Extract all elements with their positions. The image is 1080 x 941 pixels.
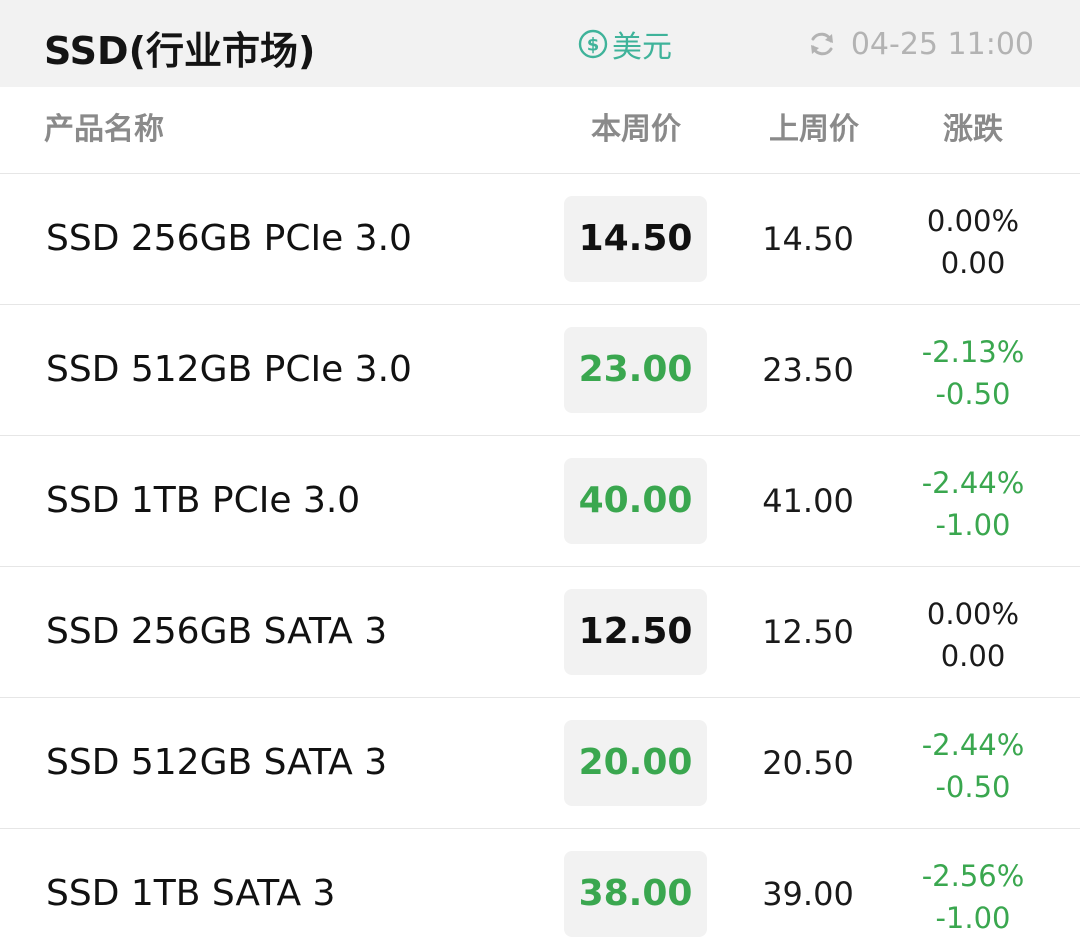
change-percent: 0.00% — [926, 204, 1020, 238]
current-price: 20.00 — [564, 720, 707, 806]
change-percent: -2.44% — [921, 728, 1025, 762]
current-price: 14.50 — [564, 196, 707, 282]
table-row[interactable]: SSD 1TB PCIe 3.0 40.00 41.00 -2.44% -1.0… — [0, 436, 1080, 567]
price-table: SSD 256GB PCIe 3.0 14.50 14.50 0.00% 0.0… — [0, 174, 1080, 941]
column-header-previous[interactable]: 上周价 — [740, 87, 888, 173]
product-name: SSD 1TB PCIe 3.0 — [46, 480, 361, 521]
column-header-name[interactable]: 产品名称 — [44, 87, 164, 173]
top-bar: SSD(行业市场) $ 美元 04-25 11:00 — [0, 0, 1080, 87]
column-header-current[interactable]: 本周价 — [564, 87, 708, 173]
table-row[interactable]: SSD 512GB SATA 3 20.00 20.50 -2.44% -0.5… — [0, 698, 1080, 829]
price-page: SSD(行业市场) $ 美元 04-25 11:00 产品名称 本周价 上周价 … — [0, 0, 1080, 941]
product-name: SSD 512GB PCIe 3.0 — [46, 349, 412, 390]
table-row[interactable]: SSD 512GB PCIe 3.0 23.00 23.50 -2.13% -0… — [0, 305, 1080, 436]
price-change: -2.56% -1.00 — [900, 855, 1046, 939]
change-amount: -0.50 — [935, 770, 1011, 804]
change-amount: -1.00 — [935, 901, 1011, 935]
table-header: 产品名称 本周价 上周价 涨跌 — [0, 87, 1080, 174]
current-price: 23.00 — [564, 327, 707, 413]
current-price: 38.00 — [564, 851, 707, 937]
page-title: SSD(行业市场) — [44, 29, 316, 73]
change-percent: -2.13% — [921, 335, 1025, 369]
previous-price: 14.50 — [762, 220, 854, 258]
change-percent: -2.56% — [921, 859, 1025, 893]
price-change: -2.13% -0.50 — [900, 331, 1046, 415]
current-price: 12.50 — [564, 589, 707, 675]
updated-time: 04-25 11:00 — [850, 26, 1034, 62]
previous-price: 41.00 — [762, 482, 854, 520]
table-row[interactable]: SSD 256GB PCIe 3.0 14.50 14.50 0.00% 0.0… — [0, 174, 1080, 305]
change-amount: -1.00 — [935, 508, 1011, 542]
change-percent: 0.00% — [926, 597, 1020, 631]
currency-toggle[interactable]: $ 美元 — [578, 24, 672, 65]
previous-price: 39.00 — [762, 875, 854, 913]
refresh-time[interactable]: 04-25 11:00 — [807, 24, 1034, 64]
change-amount: 0.00 — [940, 246, 1006, 280]
previous-price: 12.50 — [762, 613, 854, 651]
product-name: SSD 256GB PCIe 3.0 — [46, 218, 412, 259]
current-price: 40.00 — [564, 458, 707, 544]
previous-price: 23.50 — [762, 351, 854, 389]
price-change: -2.44% -1.00 — [900, 462, 1046, 546]
table-row[interactable]: SSD 256GB SATA 3 12.50 12.50 0.00% 0.00 — [0, 567, 1080, 698]
product-name: SSD 1TB SATA 3 — [46, 873, 336, 914]
dollar-circle-icon: $ — [578, 29, 608, 59]
product-name: SSD 256GB SATA 3 — [46, 611, 388, 652]
column-header-change[interactable]: 涨跌 — [900, 87, 1046, 173]
svg-text:$: $ — [587, 35, 600, 56]
product-name: SSD 512GB SATA 3 — [46, 742, 388, 783]
price-change: 0.00% 0.00 — [900, 593, 1046, 677]
price-change: 0.00% 0.00 — [900, 200, 1046, 284]
table-row[interactable]: SSD 1TB SATA 3 38.00 39.00 -2.56% -1.00 — [0, 829, 1080, 941]
price-change: -2.44% -0.50 — [900, 724, 1046, 808]
change-amount: -0.50 — [935, 377, 1011, 411]
change-percent: -2.44% — [921, 466, 1025, 500]
change-amount: 0.00 — [940, 639, 1006, 673]
currency-label: 美元 — [612, 30, 672, 65]
previous-price: 20.50 — [762, 744, 854, 782]
refresh-icon — [807, 29, 837, 59]
